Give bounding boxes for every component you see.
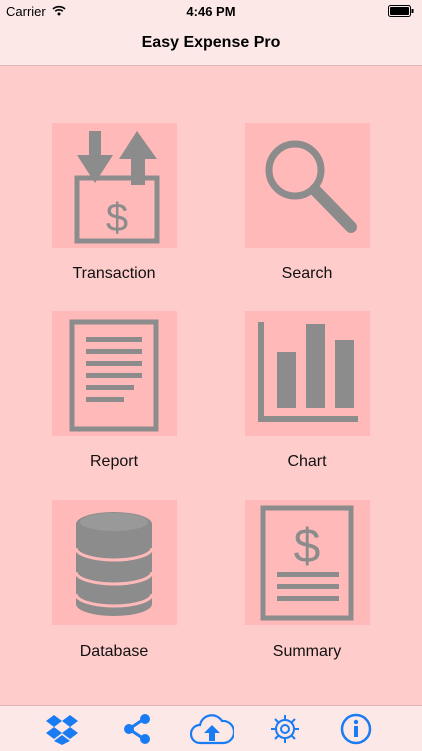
database-tile[interactable] (52, 500, 177, 625)
status-time: 4:46 PM (186, 4, 236, 19)
report-icon (69, 319, 159, 432)
tab-share[interactable] (120, 713, 154, 745)
svg-text:$: $ (294, 520, 321, 573)
chart-label: Chart (287, 453, 327, 470)
tab-info[interactable] (339, 713, 373, 745)
transaction-icon: $ (74, 131, 159, 244)
search-tile[interactable] (245, 123, 370, 248)
status-bar: Carrier 4:46 PM (0, 0, 422, 24)
search-label: Search (281, 265, 333, 282)
summary-icon: $ (260, 505, 354, 621)
cloud-upload-icon (190, 714, 234, 745)
report-tile[interactable] (52, 311, 177, 436)
app-screen: Carrier 4:46 PM Easy Expense Pro $ Trans… (0, 0, 422, 751)
svg-text:$: $ (105, 196, 127, 240)
tab-settings[interactable] (268, 713, 302, 745)
tab-cloud-upload[interactable] (190, 713, 234, 745)
gear-icon (271, 715, 299, 743)
battery-icon (388, 5, 414, 17)
chart-tile[interactable] (245, 311, 370, 436)
transaction-label: Transaction (72, 265, 156, 282)
summary-label: Summary (272, 643, 342, 660)
summary-tile[interactable]: $ (245, 500, 370, 625)
dropbox-icon (46, 715, 78, 745)
database-label: Database (79, 643, 149, 660)
transaction-tile[interactable]: $ (52, 123, 177, 248)
search-icon (265, 140, 357, 233)
tab-bar (0, 705, 422, 751)
database-icon (74, 512, 154, 616)
chart-icon (258, 322, 358, 422)
share-icon (124, 714, 150, 744)
report-label: Report (89, 453, 139, 470)
tab-dropbox[interactable] (45, 713, 79, 745)
info-icon (340, 713, 372, 745)
page-title: Easy Expense Pro (141, 34, 281, 51)
navigation-bar: Easy Expense Pro (0, 24, 422, 66)
